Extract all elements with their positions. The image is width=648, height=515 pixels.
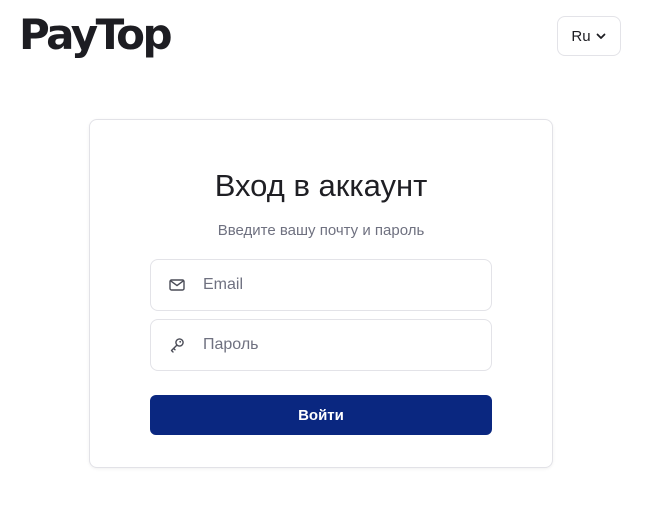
key-icon [170, 338, 184, 353]
password-input[interactable] [203, 325, 473, 365]
login-page: PayTop Ru Вход в аккаунт Введите вашу по… [0, 0, 648, 515]
login-button[interactable]: Войти [150, 395, 492, 435]
chevron-down-icon [596, 33, 605, 39]
login-card: Вход в аккаунт Введите вашу почту и паро… [89, 119, 553, 468]
password-field-container[interactable] [150, 319, 492, 371]
language-label: Ru [571, 27, 591, 45]
language-selector[interactable]: Ru [557, 16, 621, 56]
email-field-container[interactable] [150, 259, 492, 311]
page-title: Вход в аккаунт [214, 168, 428, 203]
page-subtitle: Введите вашу почту и пароль [217, 222, 425, 239]
mail-icon [169, 279, 185, 291]
email-input[interactable] [203, 265, 473, 305]
logo[interactable]: PayTop [19, 8, 173, 62]
